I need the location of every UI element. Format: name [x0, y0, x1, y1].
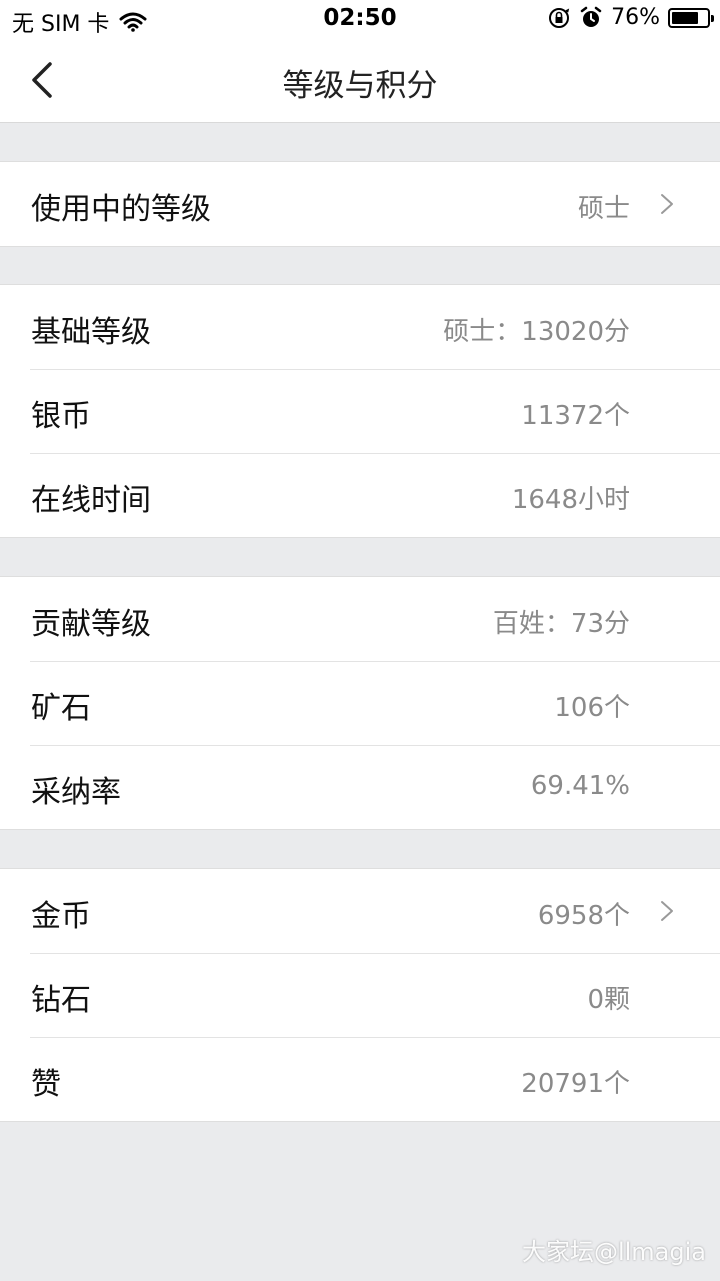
battery-percent: 76%	[611, 5, 660, 30]
battery-fill	[672, 11, 698, 24]
row-value: 6958个	[537, 901, 630, 931]
row-value: 106个	[554, 693, 630, 723]
basic-level-section: 基础等级 硕士：13020分 银币 11372个 在线时间 1648小时	[0, 284, 720, 538]
list-item-ore: 矿石 106个	[0, 661, 720, 745]
orientation-lock-icon	[549, 7, 570, 28]
list-item-adoption-rate: 采纳率 69.41%	[0, 745, 720, 829]
status-bar: 无 SIM 卡 02:50 76%	[0, 0, 720, 40]
row-value: 硕士：13020分	[443, 317, 630, 347]
list-item-basic-level: 基础等级 硕士：13020分	[0, 285, 720, 369]
contribution-level-section: 贡献等级 百姓：73分 矿石 106个 采纳率 69.41%	[0, 576, 720, 830]
row-value: 20791个	[521, 1069, 630, 1099]
alarm-icon	[580, 6, 602, 27]
list-item-current-level[interactable]: 使用中的等级 硕士	[0, 162, 720, 246]
list-item-silver-coins: 银币 11372个	[0, 369, 720, 453]
list-item-diamonds: 钻石 0颗	[0, 953, 720, 1037]
row-label: 采纳率	[31, 775, 121, 810]
row-value: 百姓：73分	[492, 609, 630, 639]
list-item-online-time: 在线时间 1648小时	[0, 453, 720, 537]
watermark: 大家坛@llmagia	[521, 1238, 706, 1266]
list-item-likes: 赞 20791个	[0, 1037, 720, 1121]
row-label: 金币	[31, 899, 91, 934]
row-label: 贡献等级	[31, 607, 151, 642]
current-level-section: 使用中的等级 硕士	[0, 161, 720, 247]
row-label: 矿石	[31, 691, 91, 726]
navigation-bar: 等级与积分	[0, 40, 720, 123]
battery-icon	[668, 7, 714, 28]
row-value: 69.41%	[530, 771, 630, 801]
row-label: 在线时间	[31, 483, 151, 518]
row-label: 银币	[31, 399, 91, 434]
row-value: 0颗	[587, 985, 630, 1015]
chevron-right-icon	[661, 901, 673, 921]
chevron-right-icon	[661, 194, 673, 214]
row-value: 硕士	[577, 194, 630, 224]
row-value: 1648小时	[511, 485, 630, 515]
currency-section: 金币 6958个 钻石 0颗 赞 20791个	[0, 868, 720, 1122]
battery-tip	[711, 14, 714, 22]
row-label: 赞	[31, 1067, 61, 1102]
row-label: 钻石	[31, 983, 91, 1018]
page-title: 等级与积分	[282, 68, 438, 104]
list-item-gold-coins[interactable]: 金币 6958个	[0, 869, 720, 953]
status-right: 76%	[547, 5, 714, 30]
row-label: 使用中的等级	[31, 192, 211, 227]
row-label: 基础等级	[31, 315, 151, 350]
list-item-contribution-level: 贡献等级 百姓：73分	[0, 577, 720, 661]
row-value: 11372个	[521, 401, 630, 431]
